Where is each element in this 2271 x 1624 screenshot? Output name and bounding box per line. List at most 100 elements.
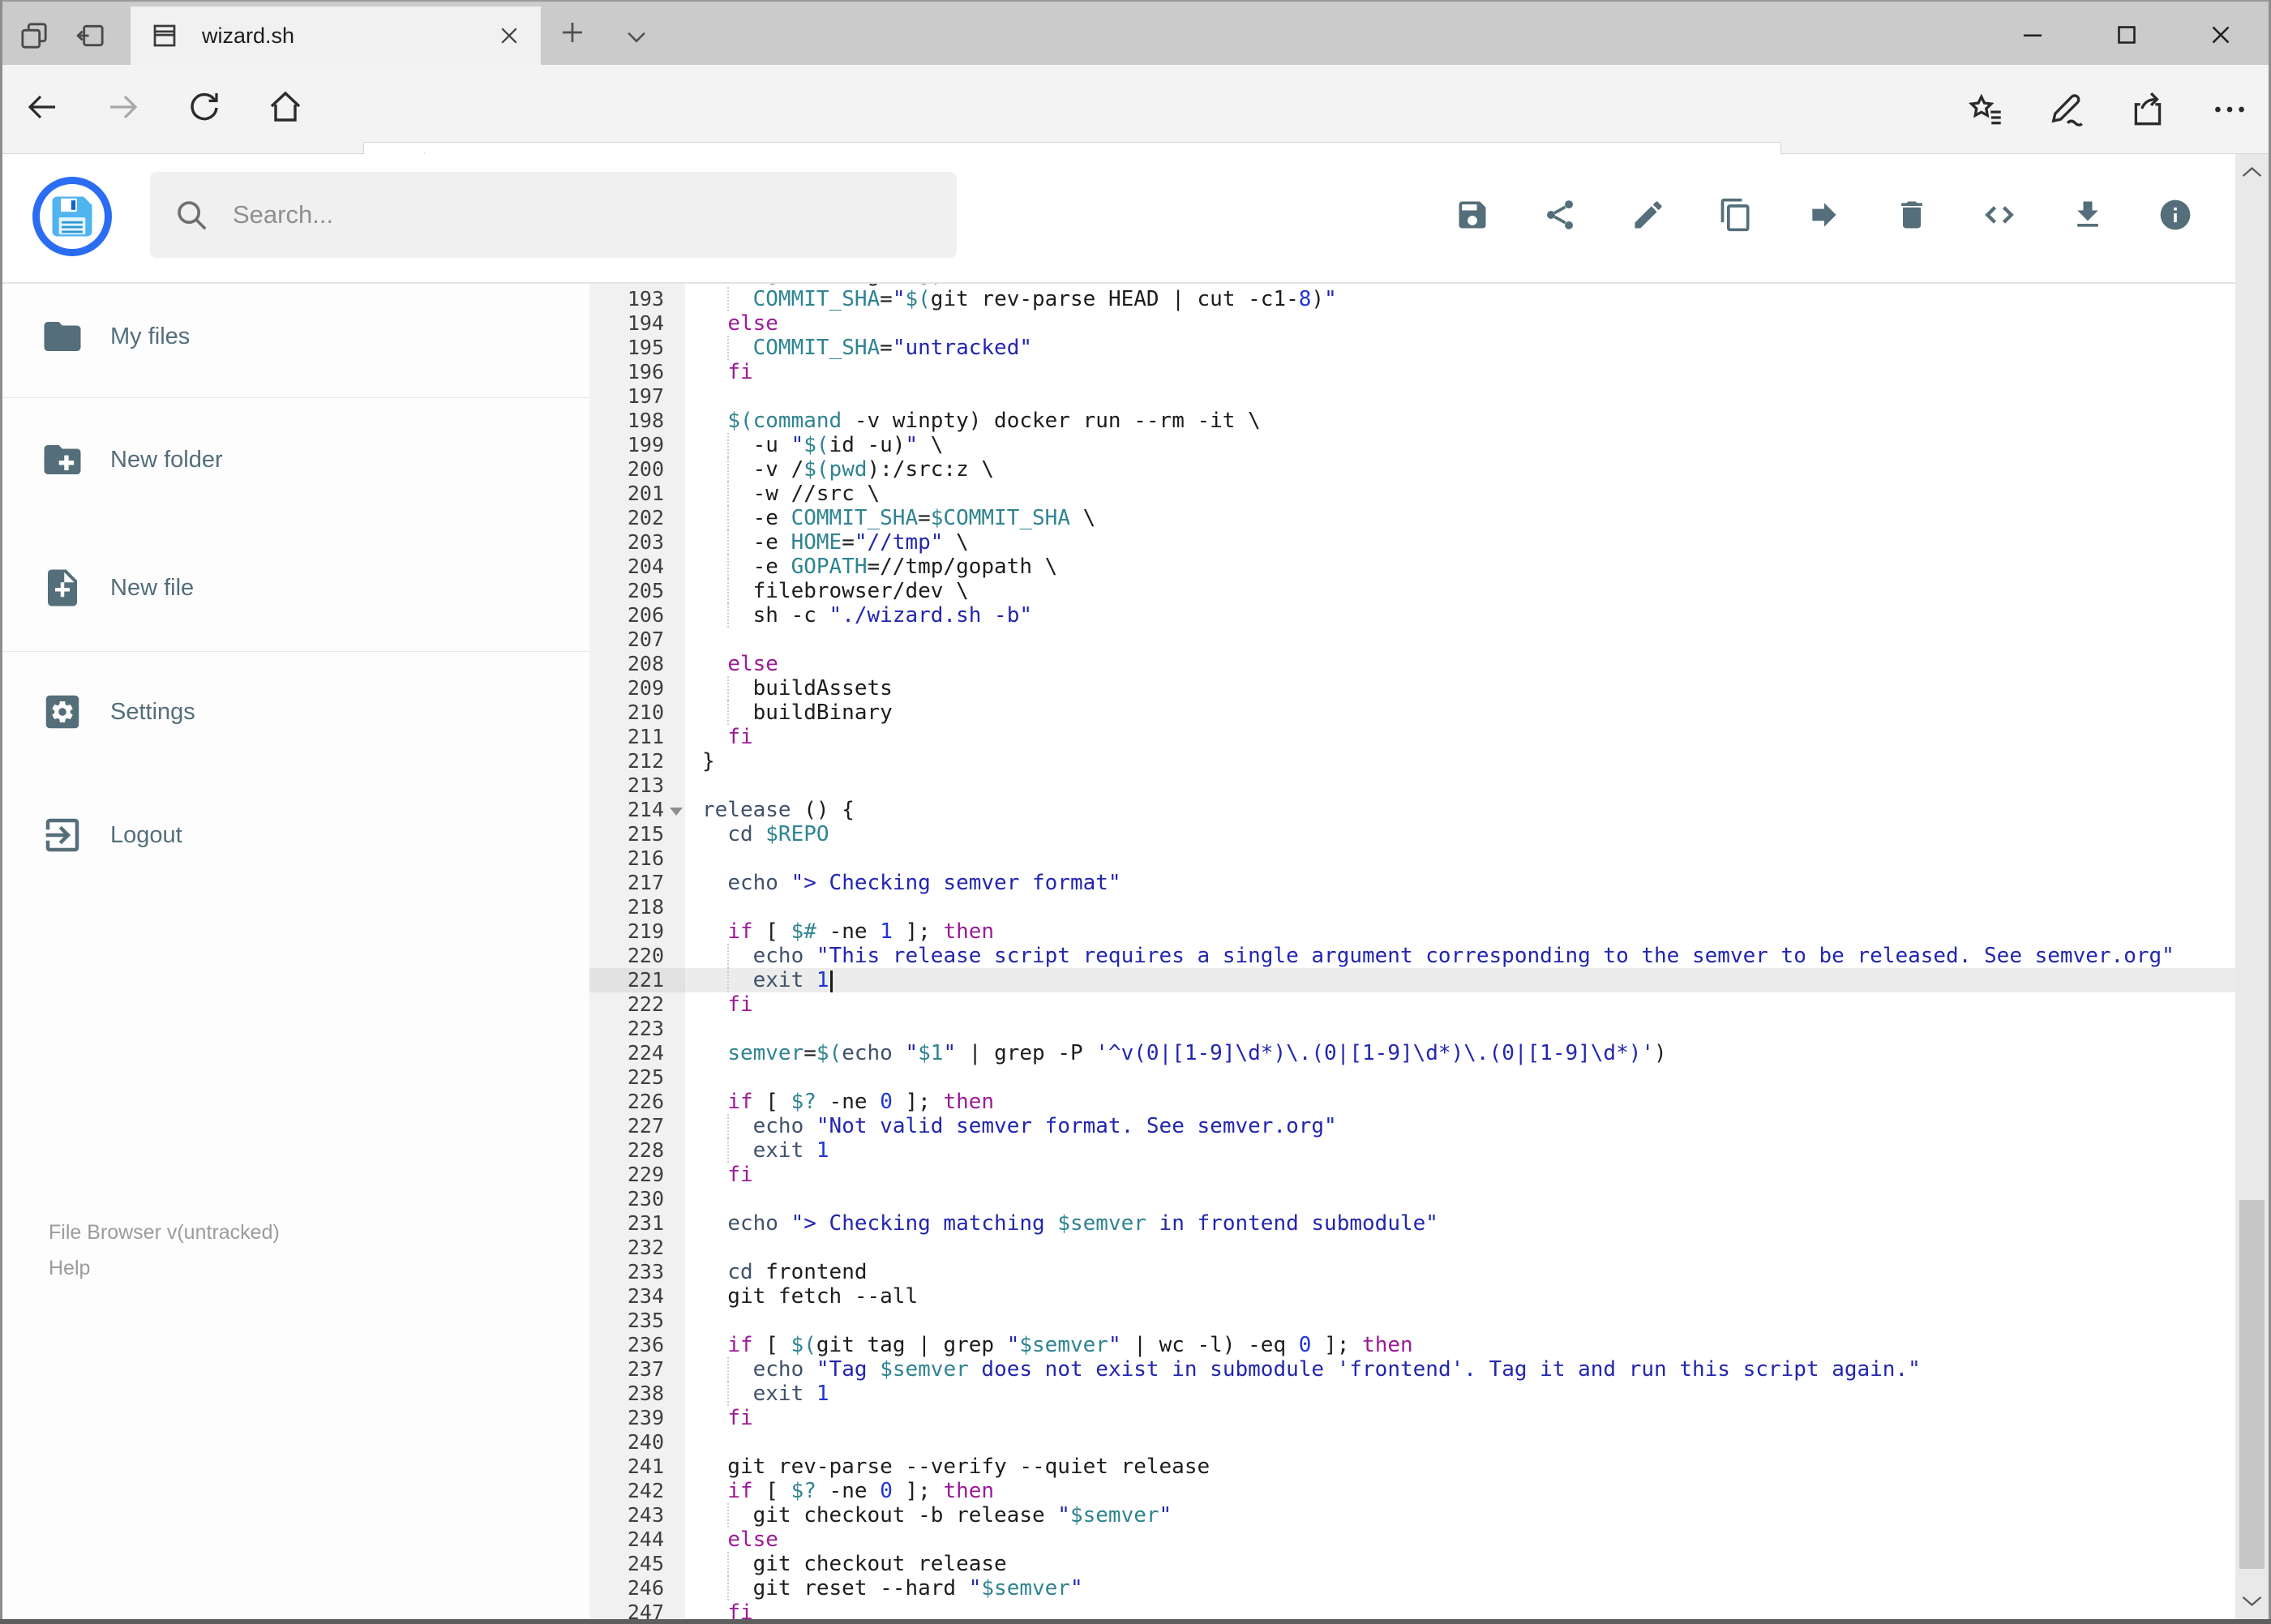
- scroll-down-icon[interactable]: [2239, 1588, 2265, 1613]
- code-line[interactable]: 194 else: [589, 311, 2235, 336]
- info-action-icon[interactable]: [2157, 196, 2194, 234]
- code-line[interactable]: 241 git rev-parse --verify --quiet relea…: [589, 1455, 2235, 1479]
- home-icon[interactable]: [266, 88, 305, 126]
- refresh-icon[interactable]: [185, 88, 224, 126]
- code-line[interactable]: 227 echo "Not valid semver format. See s…: [589, 1114, 2235, 1138]
- code-line[interactable]: 210 buildBinary: [589, 701, 2235, 725]
- code-line[interactable]: 203 -e HOME="//tmp" \: [589, 530, 2235, 555]
- code-line[interactable]: 243 git checkout -b release "$semver": [589, 1503, 2235, 1528]
- code-line[interactable]: 209 buildAssets: [589, 676, 2235, 701]
- sidebar-item-my-files[interactable]: My files: [0, 288, 589, 385]
- code-line[interactable]: 246 git reset --hard "$semver": [589, 1576, 2235, 1600]
- code-line[interactable]: 245 git checkout release: [589, 1552, 2235, 1576]
- code-line[interactable]: 223: [589, 1017, 2235, 1041]
- search-input[interactable]: [231, 199, 934, 230]
- help-link[interactable]: Help: [49, 1250, 280, 1286]
- code-line[interactable]: 206 sh -c "./wizard.sh -b": [589, 603, 2235, 628]
- fold-arrow-icon[interactable]: [670, 808, 683, 816]
- move-action-icon[interactable]: [1806, 196, 1843, 234]
- close-window-icon[interactable]: [2205, 19, 2236, 50]
- code-line[interactable]: 238 exit 1: [589, 1382, 2235, 1406]
- sidebar-item-new-folder[interactable]: New folder: [0, 411, 589, 508]
- set-tabs-aside-icon[interactable]: [75, 19, 107, 52]
- code-line[interactable]: 213: [589, 773, 2235, 798]
- code-line[interactable]: 226 if [ $? -ne 0 ]; then: [589, 1090, 2235, 1114]
- code-line[interactable]: 212}: [589, 749, 2235, 773]
- code-line[interactable]: 205 filebrowser/dev \: [589, 579, 2235, 603]
- forward-icon[interactable]: [104, 88, 143, 126]
- scroll-up-icon[interactable]: [2239, 161, 2265, 185]
- code-line[interactable]: 201 -w //src \: [589, 482, 2235, 506]
- sidebar-item-new-file[interactable]: New file: [0, 539, 589, 636]
- code-line[interactable]: 236 if [ $(git tag | grep "$semver" | wc…: [589, 1333, 2235, 1357]
- code-line[interactable]: 199 -u "$(id -u)" \: [589, 433, 2235, 457]
- code-line[interactable]: 215 cd $REPO: [589, 822, 2235, 846]
- code-action-icon[interactable]: [1981, 196, 2018, 234]
- filebrowser-logo[interactable]: [32, 177, 112, 256]
- code-line[interactable]: 247 fi: [589, 1600, 2235, 1619]
- edit-action-icon[interactable]: [1630, 196, 1667, 234]
- tab-preview-icon[interactable]: [18, 19, 50, 52]
- code-line[interactable]: 211 fi: [589, 725, 2235, 749]
- code-line[interactable]: 239 fi: [589, 1406, 2235, 1430]
- code-line[interactable]: 200 -v /$(pwd):/src:z \: [589, 457, 2235, 482]
- code-line[interactable]: 198 $(command -v winpty) docker run --rm…: [589, 409, 2235, 433]
- code-line[interactable]: 244 else: [589, 1528, 2235, 1552]
- code-line[interactable]: 240: [589, 1430, 2235, 1455]
- code-line[interactable]: 195 COMMIT_SHA="untracked": [589, 336, 2235, 360]
- sidebar-item-settings[interactable]: Settings: [0, 663, 589, 761]
- code-line[interactable]: 221 exit 1: [589, 968, 2235, 992]
- sidebar-item-logout[interactable]: Logout: [0, 786, 589, 884]
- tab-list-chevron-icon[interactable]: [623, 23, 650, 50]
- code-line[interactable]: 230: [589, 1187, 2235, 1211]
- code-line[interactable]: 197: [589, 384, 2235, 409]
- close-tab-icon[interactable]: [497, 24, 521, 48]
- code-line[interactable]: 229 fi: [589, 1163, 2235, 1187]
- favorites-hub-icon[interactable]: [1966, 89, 2007, 130]
- vertical-scrollbar[interactable]: [2235, 154, 2269, 1619]
- code-line[interactable]: 231 echo "> Checking matching $semver in…: [589, 1211, 2235, 1236]
- code-line[interactable]: 225: [589, 1065, 2235, 1090]
- code-line[interactable]: 234 git fetch --all: [589, 1284, 2235, 1309]
- code-text: -e HOME="//tmp" \: [702, 530, 969, 555]
- code-editor[interactable]: 192 if [ -d ./.git ]; then193 COMMIT_SHA…: [589, 284, 2235, 1619]
- code-line[interactable]: 222 fi: [589, 992, 2235, 1017]
- scrollbar-thumb[interactable]: [2239, 1200, 2265, 1569]
- new-tab-icon[interactable]: [558, 18, 587, 47]
- code-text: fi: [727, 1406, 753, 1430]
- code-line[interactable]: 232: [589, 1236, 2235, 1260]
- code-line[interactable]: 202 -e COMMIT_SHA=$COMMIT_SHA \: [589, 506, 2235, 530]
- delete-action-icon[interactable]: [1893, 196, 1930, 234]
- code-line[interactable]: 217 echo "> Checking semver format": [589, 871, 2235, 895]
- save-action-icon[interactable]: [1454, 196, 1491, 234]
- browser-tab[interactable]: wizard.sh: [131, 6, 541, 65]
- code-line[interactable]: 220 echo "This release script requires a…: [589, 944, 2235, 968]
- code-line[interactable]: 214 release () {: [589, 798, 2235, 822]
- maximize-icon[interactable]: [2111, 19, 2142, 50]
- copy-action-icon[interactable]: [1717, 196, 1755, 234]
- code-line[interactable]: 204 -e GOPATH=//tmp/gopath \: [589, 555, 2235, 579]
- more-options-icon[interactable]: [2209, 89, 2250, 130]
- code-line[interactable]: 242 if [ $? -ne 0 ]; then: [589, 1479, 2235, 1503]
- line-number: 198: [627, 409, 664, 432]
- share-icon[interactable]: [2128, 89, 2169, 130]
- indent-guide: [727, 1503, 729, 1528]
- code-line[interactable]: 233 cd frontend: [589, 1260, 2235, 1284]
- download-action-icon[interactable]: [2069, 196, 2106, 234]
- code-line[interactable]: 193 COMMIT_SHA="$(git rev-parse HEAD | c…: [589, 287, 2235, 311]
- code-line[interactable]: 207: [589, 628, 2235, 652]
- code-line[interactable]: 228 exit 1: [589, 1138, 2235, 1163]
- code-line[interactable]: 196 fi: [589, 360, 2235, 384]
- code-line[interactable]: 237 echo "Tag $semver does not exist in …: [589, 1357, 2235, 1382]
- code-line[interactable]: 224 semver=$(echo "$1" | grep -P '^v(0|[…: [589, 1041, 2235, 1065]
- back-icon[interactable]: [23, 88, 62, 126]
- code-line[interactable]: 218: [589, 895, 2235, 919]
- annotate-pen-icon[interactable]: [2047, 89, 2088, 130]
- search-box[interactable]: [150, 172, 957, 258]
- code-line[interactable]: 216: [589, 846, 2235, 871]
- minimize-icon[interactable]: [2017, 19, 2048, 50]
- code-line[interactable]: 208 else: [589, 652, 2235, 676]
- share-action-icon[interactable]: [1541, 196, 1579, 234]
- code-line[interactable]: 235: [589, 1309, 2235, 1333]
- code-line[interactable]: 219 if [ $# -ne 1 ]; then: [589, 919, 2235, 944]
